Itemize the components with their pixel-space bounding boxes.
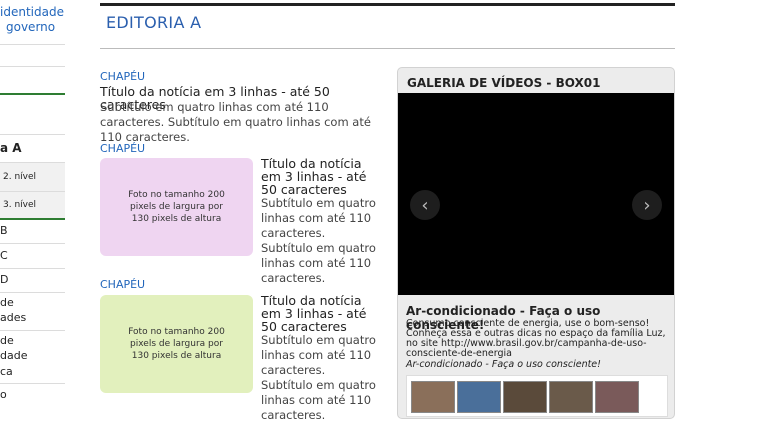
sidebar-divider [0, 243, 65, 244]
video-player[interactable]: ‹ › [398, 93, 674, 295]
news-photo-placeholder[interactable]: Foto no tamanho 200 pixels de largura po… [100, 295, 253, 393]
sidebar-top-link-line2[interactable]: governo [0, 20, 65, 35]
section-top-bar [100, 3, 675, 6]
video-gallery-title: GALERIA DE VÍDEOS - BOX01 [407, 76, 601, 90]
sidebar-subitem-level3[interactable]: 3. nível [0, 192, 65, 218]
sidebar-divider [0, 330, 65, 331]
news-photo-placeholder[interactable]: Foto no tamanho 200 pixels de largura po… [100, 158, 253, 256]
news-title[interactable]: Título da notícia em 3 linhas - até 50 c… [261, 294, 379, 333]
sidebar-item-c[interactable]: C [0, 249, 65, 262]
section-title[interactable]: EDITORIA A [106, 13, 201, 32]
sidebar-subitem-level3-label: 3. nível [3, 200, 37, 210]
left-sidebar: identidade governo a A 2. nível 3. nível… [0, 0, 65, 410]
sidebar-item-e-line2[interactable]: ades [0, 311, 65, 324]
video-thumbnail[interactable] [595, 381, 639, 413]
news-subtitle: Subtítulo em quatro linhas com até 110 c… [261, 196, 376, 285]
sidebar-top-link[interactable]: identidade governo [0, 5, 65, 35]
sidebar-item-b[interactable]: B [0, 224, 65, 237]
video-caption-description: Consumo consciente de energia, use o bom… [406, 318, 666, 359]
sidebar-divider [0, 383, 65, 384]
video-thumbnail[interactable] [549, 381, 593, 413]
news-chapeu[interactable]: CHAPÉU [100, 278, 145, 291]
sidebar-divider [0, 292, 65, 293]
video-thumbnail-strip [406, 375, 668, 417]
sidebar-divider [0, 134, 65, 135]
sidebar-item-f-line2[interactable]: dade [0, 349, 65, 362]
news-title[interactable]: Título da notícia em 3 linhas - até 50 c… [261, 157, 379, 196]
sidebar-item-g[interactable]: o [0, 388, 65, 401]
news-subtitle: Subtítulo em quatro linhas com até 110 c… [100, 100, 371, 144]
sidebar-subitem-level2[interactable]: 2. nível [0, 163, 65, 191]
video-thumbnail[interactable] [457, 381, 501, 413]
sidebar-top-link-line1[interactable]: identidade [0, 5, 65, 20]
video-thumbnail[interactable] [503, 381, 547, 413]
sidebar-green-rule [0, 218, 65, 220]
news-chapeu[interactable]: CHAPÉU [100, 70, 145, 83]
chevron-left-icon[interactable]: ‹ [410, 190, 440, 220]
sidebar-divider [0, 44, 65, 45]
news-chapeu[interactable]: CHAPÉU [100, 142, 145, 155]
chevron-right-icon[interactable]: › [632, 190, 662, 220]
news-photo-caption: Foto no tamanho 200 pixels de largura po… [128, 327, 225, 361]
video-caption-subtitle: Ar-condicionado - Faça o uso consciente! [406, 359, 601, 370]
sidebar-green-rule [0, 93, 65, 95]
sidebar-item-a[interactable]: a A [0, 141, 65, 155]
news-photo-caption: Foto no tamanho 200 pixels de largura po… [128, 190, 225, 224]
sidebar-subitem-level2-label: 2. nível [3, 172, 37, 182]
sidebar-divider [0, 268, 65, 269]
video-gallery-box: GALERIA DE VÍDEOS - BOX01 ‹ › Ar-condici… [397, 67, 675, 419]
sidebar-item-d[interactable]: D [0, 273, 65, 286]
sidebar-item-f-line3[interactable]: ca [0, 365, 65, 378]
sidebar-divider [0, 66, 65, 67]
sidebar-item-e-line1[interactable]: de [0, 296, 65, 309]
section-divider [100, 48, 675, 49]
video-thumbnail[interactable] [411, 381, 455, 413]
sidebar-item-f-line1[interactable]: de [0, 334, 65, 347]
